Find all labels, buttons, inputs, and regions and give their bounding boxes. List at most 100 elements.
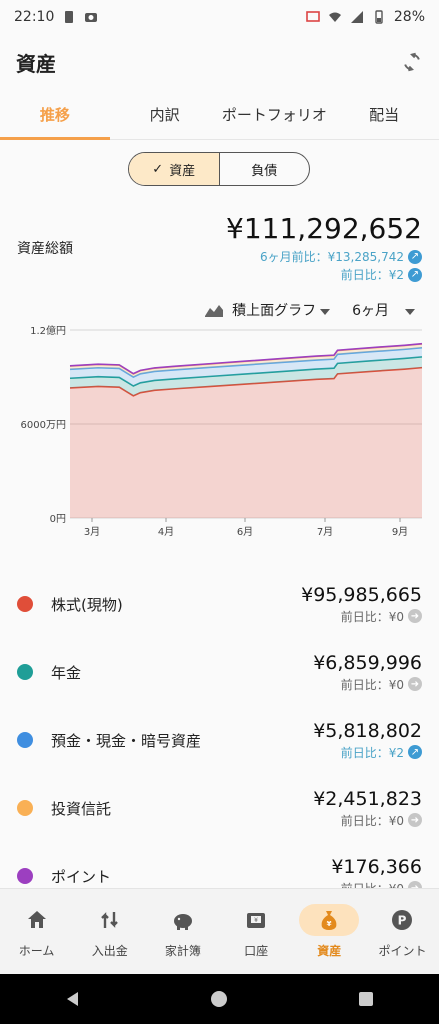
home-circle-icon[interactable] bbox=[210, 990, 228, 1008]
area-chart-icon bbox=[205, 305, 224, 317]
tab-dividend[interactable]: 配当 bbox=[329, 90, 439, 139]
svg-text:¥: ¥ bbox=[327, 920, 332, 928]
status-bar: 22:10 28% bbox=[0, 0, 439, 34]
assets-liabilities-toggle: ✓ 資産 負債 bbox=[128, 152, 310, 186]
category-label: 投資信託 bbox=[51, 799, 112, 818]
y-tick-label: 6000万円 bbox=[21, 420, 66, 431]
battery-level: 28% bbox=[393, 9, 425, 25]
asset-category-list: 株式(現物) ¥95,985,665 前日比：¥0 ➜ 年金 ¥6,859,996… bbox=[0, 570, 439, 910]
point-icon: P bbox=[392, 910, 413, 930]
stacked-area-chart: 1.2億円 6000万円 0円 3月 4月 6月 7月 9月 bbox=[21, 324, 423, 538]
page-title: 資産 bbox=[16, 51, 56, 76]
bottom-navigation: ホーム 入出金 家計簿 ¥ 口座 ¥ 資産 P ポイント bbox=[0, 888, 439, 974]
nav-home[interactable]: ホーム bbox=[0, 889, 73, 974]
category-value: ¥176,366 bbox=[331, 855, 422, 878]
chevron-down-icon bbox=[405, 309, 415, 315]
total-assets-label: 資産総額 bbox=[17, 241, 73, 257]
liabilities-toggle-label: 負債 bbox=[251, 163, 278, 179]
total-assets-value: ¥111,292,652 bbox=[226, 212, 422, 245]
category-color-dot bbox=[17, 664, 33, 680]
nav-label: 口座 bbox=[244, 944, 269, 958]
category-color-dot bbox=[17, 596, 33, 612]
category-delta: 前日比：¥0 bbox=[340, 813, 404, 828]
category-value: ¥95,985,665 bbox=[301, 583, 422, 606]
period-select[interactable]: 6ヶ月 bbox=[352, 300, 415, 320]
system-navigation-bar bbox=[0, 974, 439, 1024]
list-item[interactable]: 投資信託 ¥2,451,823 前日比：¥0 ➜ bbox=[0, 774, 439, 842]
nav-transactions[interactable]: 入出金 bbox=[73, 889, 146, 974]
chart-controls: 積上面グラフ 6ヶ月 bbox=[204, 300, 415, 320]
x-tick-label: 6月 bbox=[237, 526, 253, 538]
six-month-change: 6ヶ月前比：¥13,285,742 ↗ bbox=[260, 248, 422, 265]
check-icon: ✓ bbox=[152, 161, 164, 177]
nav-household[interactable]: 家計簿 bbox=[146, 889, 219, 974]
signal-icon bbox=[350, 11, 363, 23]
category-delta: 前日比：¥0 bbox=[340, 609, 404, 624]
category-value: ¥5,818,802 bbox=[313, 719, 422, 742]
nav-accounts[interactable]: ¥ 口座 bbox=[220, 889, 293, 974]
nav-label: ホーム bbox=[18, 944, 55, 958]
list-item[interactable]: 預金・現金・暗号資産 ¥5,818,802 前日比：¥2 ↗ bbox=[0, 706, 439, 774]
category-label: 年金 bbox=[51, 663, 82, 682]
camera-icon bbox=[85, 13, 98, 22]
recents-icon[interactable] bbox=[357, 990, 375, 1008]
trend-up-icon: ↗ bbox=[408, 745, 422, 759]
tab-bar: 推移 内訳 ポートフォリオ 配当 bbox=[0, 90, 439, 140]
tab-breakdown[interactable]: 内訳 bbox=[110, 90, 220, 139]
arrow-right-icon: ➜ bbox=[408, 609, 422, 623]
list-item[interactable]: 年金 ¥6,859,996 前日比：¥0 ➜ bbox=[0, 638, 439, 706]
battery-icon bbox=[375, 10, 383, 24]
prev-day-change-text: 前日比：¥2 bbox=[340, 268, 404, 282]
category-label: ポイント bbox=[51, 867, 112, 886]
back-icon[interactable] bbox=[64, 990, 82, 1008]
liabilities-toggle-button[interactable]: 負債 bbox=[220, 153, 310, 185]
chart-type-select[interactable]: 積上面グラフ bbox=[232, 300, 331, 320]
prev-day-change: 前日比：¥2 ↗ bbox=[341, 266, 422, 283]
category-delta: 前日比：¥0 bbox=[340, 677, 404, 692]
nav-assets[interactable]: ¥ 資産 bbox=[293, 889, 366, 974]
svg-text:¥: ¥ bbox=[254, 917, 258, 924]
tab-trend[interactable]: 推移 bbox=[0, 90, 110, 140]
y-tick-label: 1.2億円 bbox=[30, 324, 66, 337]
chevron-down-icon bbox=[320, 309, 331, 315]
six-month-change-text: 6ヶ月前比：¥13,285,742 bbox=[260, 250, 404, 264]
assets-toggle-button[interactable]: ✓ 資産 bbox=[129, 153, 220, 185]
app-bar: 資産 bbox=[0, 34, 439, 90]
tab-portfolio[interactable]: ポートフォリオ bbox=[220, 90, 330, 139]
x-tick-label: 4月 bbox=[158, 526, 174, 538]
cast-icon bbox=[306, 11, 320, 22]
nav-label: ポイント bbox=[378, 944, 427, 958]
status-time: 22:10 bbox=[14, 9, 55, 25]
category-value: ¥2,451,823 bbox=[313, 787, 422, 810]
refresh-icon[interactable] bbox=[401, 51, 423, 73]
wifi-icon bbox=[328, 12, 341, 22]
assets-toggle-label: 資産 bbox=[169, 163, 196, 179]
category-value: ¥6,859,996 bbox=[313, 651, 422, 674]
wallet-icon: ¥ bbox=[247, 913, 266, 928]
trend-up-icon: ↗ bbox=[408, 249, 422, 264]
home-icon bbox=[27, 911, 46, 928]
x-tick-label: 3月 bbox=[84, 526, 100, 538]
category-delta: 前日比：¥2 bbox=[340, 745, 404, 760]
nav-points[interactable]: P ポイント bbox=[366, 889, 439, 974]
nav-label: 入出金 bbox=[91, 944, 128, 958]
y-tick-label: 0円 bbox=[50, 514, 66, 525]
x-tick-label: 9月 bbox=[392, 526, 408, 538]
asset-trend-chart: 1.2億円 6000万円 0円 3月 4月 6月 7月 9月 bbox=[0, 322, 439, 544]
trend-up-icon: ↗ bbox=[408, 267, 422, 282]
nav-label: 家計簿 bbox=[164, 944, 201, 958]
piggy-bank-icon bbox=[173, 914, 192, 930]
category-label: 株式(現物) bbox=[51, 595, 123, 614]
arrow-right-icon: ➜ bbox=[408, 677, 422, 691]
category-color-dot bbox=[17, 868, 33, 884]
transfer-icon bbox=[100, 912, 118, 928]
svg-text:P: P bbox=[398, 914, 407, 928]
category-color-dot bbox=[17, 800, 33, 816]
category-color-dot bbox=[17, 732, 33, 748]
notification-icon bbox=[65, 11, 74, 23]
nav-label: 資産 bbox=[317, 944, 342, 958]
list-item[interactable]: 株式(現物) ¥95,985,665 前日比：¥0 ➜ bbox=[0, 570, 439, 638]
money-bag-icon: ¥ bbox=[321, 911, 337, 930]
arrow-right-icon: ➜ bbox=[408, 813, 422, 827]
x-tick-label: 7月 bbox=[317, 526, 333, 538]
